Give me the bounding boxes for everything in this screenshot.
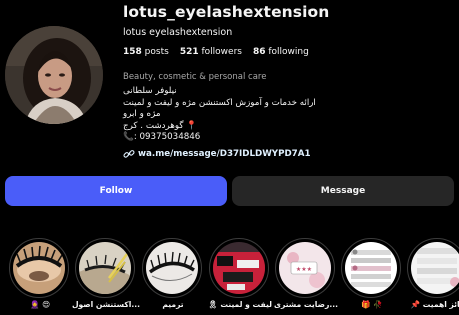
highlight-item[interactable]: 🎗 لیفت و لمینت bbox=[208, 238, 272, 315]
following-stat[interactable]: 86 following bbox=[253, 47, 309, 57]
followers-label: followers bbox=[201, 47, 242, 57]
highlight-lashes-icon bbox=[13, 242, 65, 294]
followers-stat[interactable]: 521 followers bbox=[180, 47, 242, 57]
profile-avatar[interactable] bbox=[5, 26, 103, 124]
more-horizontal-icon[interactable]: ··· bbox=[302, 4, 316, 18]
highlight-gifts-icon bbox=[345, 242, 397, 294]
link-text[interactable]: wa.me/message/D37IDLDWYPD7A1 bbox=[138, 149, 311, 159]
svg-text:★★★: ★★★ bbox=[296, 266, 312, 273]
highlight-lift-icon bbox=[213, 242, 265, 294]
bio-link[interactable]: wa.me/message/D37IDLDWYPD7A1 bbox=[123, 149, 311, 159]
highlight-item[interactable]: 🧕 😍 bbox=[9, 238, 71, 315]
highlight-item[interactable]: ★★★ رضایت مشتری... bbox=[274, 238, 338, 315]
highlight-item[interactable]: ترمیم bbox=[142, 238, 204, 315]
full-name: lotus eyelashextension bbox=[123, 27, 233, 38]
bio-line: مژه و ابرو bbox=[123, 109, 161, 119]
link-icon bbox=[123, 150, 135, 158]
posts-count: 158 bbox=[123, 47, 142, 57]
posts-label: posts bbox=[144, 47, 169, 57]
highlight-item[interactable]: 🎁 🥀 bbox=[341, 238, 403, 315]
bio-line: 📍 گوهردشت . کرج bbox=[123, 120, 198, 131]
bio-line: نیلوفر سلطانی bbox=[123, 86, 177, 96]
profile-photo-icon bbox=[5, 26, 103, 124]
highlight-reviews-icon: ★★★ bbox=[279, 242, 331, 294]
highlight-label: 📌 حائز اهمیت bbox=[410, 300, 459, 309]
highlight-extension-icon bbox=[79, 242, 131, 294]
following-count: 86 bbox=[252, 47, 266, 57]
profile-category: Beauty, cosmetic & personal care bbox=[123, 72, 267, 82]
bio-line: ارائه خدمات و آموزش اکستنشن مژه و لیفت و… bbox=[123, 97, 316, 108]
highlight-repair-icon bbox=[146, 242, 198, 294]
highlight-item[interactable]: اکستنشن اصول... bbox=[72, 238, 140, 315]
following-label: following bbox=[268, 47, 309, 57]
profile-stats: 158 posts 521 followers 86 following bbox=[123, 47, 320, 57]
story-highlights: 🧕 😍 اکستنشن اصول... ترمیم 🎗 لیفت و لمینت… bbox=[0, 238, 459, 315]
highlight-important-icon bbox=[411, 242, 459, 294]
followers-count: 521 bbox=[179, 47, 199, 57]
posts-stat[interactable]: 158 posts bbox=[123, 47, 169, 57]
highlight-item[interactable]: 📌 حائز اهمیت bbox=[407, 238, 459, 315]
bio-line: 📞: 09375034846 bbox=[123, 132, 201, 142]
follow-button[interactable]: Follow bbox=[5, 176, 227, 206]
profile-bio: نیلوفر سلطانی ارائه خدمات و آموزش اکستنش… bbox=[123, 86, 359, 144]
username: lotus_eyelashextension bbox=[123, 3, 330, 21]
message-button[interactable]: Message bbox=[232, 176, 454, 206]
